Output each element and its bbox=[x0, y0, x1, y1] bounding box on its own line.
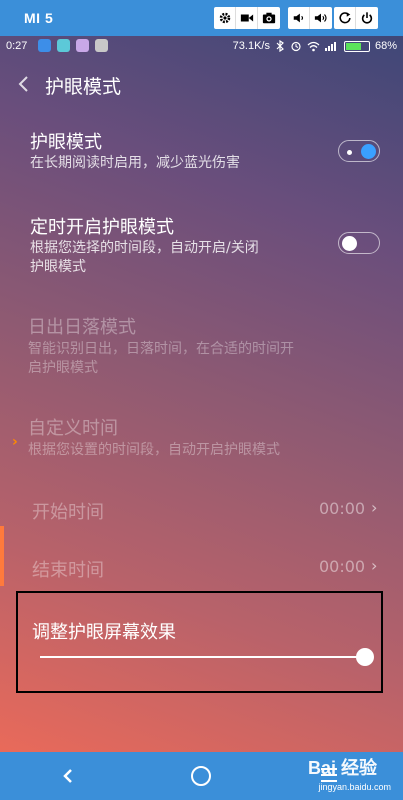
volume-down-icon[interactable] bbox=[288, 7, 310, 29]
sunrise-subtitle-line1: 智能识别日出，日落时间，在合适的时间开 bbox=[28, 341, 294, 357]
emulator-title-bar: MI 5 bbox=[0, 0, 403, 36]
battery-percent: 68% bbox=[374, 40, 397, 52]
power-icon[interactable] bbox=[356, 7, 378, 29]
rotate-icon[interactable] bbox=[334, 7, 356, 29]
effect-slider-thumb[interactable] bbox=[356, 648, 374, 666]
selection-chevron-icon: › bbox=[12, 434, 18, 450]
app-notification-icon bbox=[38, 39, 51, 52]
battery-icon bbox=[343, 40, 370, 52]
navigation-bar: Bai 经验 jingyan.baidu.com bbox=[0, 752, 403, 800]
app-notification-icon bbox=[57, 39, 70, 52]
scheduled-subtitle-line1: 根据您选择的时间段，自动开启/关闭 bbox=[30, 240, 259, 256]
sunrise-sunset-title[interactable]: 日出日落模式 bbox=[28, 313, 136, 339]
storage-notification-icon bbox=[95, 39, 108, 52]
eye-mode-subtitle: 在长期阅读时启用，减少蓝光伤害 bbox=[30, 155, 240, 171]
device-toolbar bbox=[334, 7, 378, 29]
scheduled-title: 定时开启护眼模式 bbox=[30, 217, 174, 238]
custom-time-title[interactable]: 自定义时间 bbox=[28, 414, 118, 440]
alarm-icon bbox=[291, 41, 301, 52]
end-time-label[interactable]: 结束时间 bbox=[32, 556, 104, 582]
wifi-icon bbox=[307, 41, 320, 51]
sunrise-subtitle-line2: 启护眼模式 bbox=[28, 360, 98, 376]
toggle-knob bbox=[361, 144, 376, 159]
status-right: 73.1K/s 68% bbox=[233, 40, 397, 52]
top-bar: 护眼模式 bbox=[0, 64, 403, 104]
battery-fill bbox=[345, 42, 361, 50]
video-icon[interactable] bbox=[236, 7, 258, 29]
effect-label: 调整护眼屏幕效果 bbox=[32, 622, 176, 643]
phone-screen: 0:27 73.1K/s 68% 护眼模式 护眼模式 在长期阅读时启用，减少蓝光… bbox=[0, 36, 403, 752]
capture-toolbar bbox=[214, 7, 280, 29]
sunrise-sunset-subtitle: 智能识别日出，日落时间，在合适的时间开 启护眼模式 bbox=[28, 340, 294, 378]
signal-icon bbox=[324, 42, 336, 51]
start-time-value: 00:00 bbox=[319, 499, 366, 518]
back-arrow-icon[interactable] bbox=[14, 72, 34, 96]
effect-slider-track[interactable] bbox=[40, 656, 365, 658]
status-bar: 0:27 73.1K/s 68% bbox=[0, 36, 403, 56]
watermark-logo: Bai 经验 bbox=[307, 758, 377, 778]
chevron-right-icon: › bbox=[371, 556, 378, 575]
scheduled-toggle[interactable] bbox=[338, 232, 380, 254]
status-time: 0:27 bbox=[6, 40, 28, 52]
eye-mode-title: 护眼模式 bbox=[30, 132, 102, 153]
chevron-right-icon: › bbox=[371, 498, 378, 517]
edge-handle[interactable] bbox=[0, 526, 4, 586]
page-title: 护眼模式 bbox=[45, 76, 122, 98]
scheduled-subtitle-line2: 护眼模式 bbox=[30, 259, 86, 275]
toggle-knob bbox=[342, 236, 357, 251]
nav-home-icon[interactable] bbox=[191, 766, 211, 786]
volume-up-icon[interactable] bbox=[310, 7, 332, 29]
network-speed: 73.1K/s bbox=[232, 40, 270, 52]
camera-icon[interactable] bbox=[258, 7, 280, 29]
device-name: MI 5 bbox=[24, 10, 54, 26]
eye-mode-toggle[interactable] bbox=[338, 140, 380, 162]
volume-toolbar bbox=[288, 7, 332, 29]
bluetooth-icon bbox=[276, 40, 284, 52]
watermark-url: jingyan.baidu.com bbox=[318, 782, 391, 792]
scheduled-subtitle: 根据您选择的时间段，自动开启/关闭 护眼模式 bbox=[30, 239, 259, 277]
custom-time-subtitle: 根据您设置的时间段，自动开启护眼模式 bbox=[28, 442, 280, 458]
cloud-notification-icon bbox=[76, 39, 89, 52]
toggle-dot bbox=[347, 150, 352, 155]
start-time-label[interactable]: 开始时间 bbox=[32, 498, 104, 524]
gear-icon[interactable] bbox=[214, 7, 236, 29]
notification-icons bbox=[38, 39, 108, 52]
end-time-value: 00:00 bbox=[319, 557, 366, 576]
nav-back-icon[interactable] bbox=[58, 764, 78, 788]
